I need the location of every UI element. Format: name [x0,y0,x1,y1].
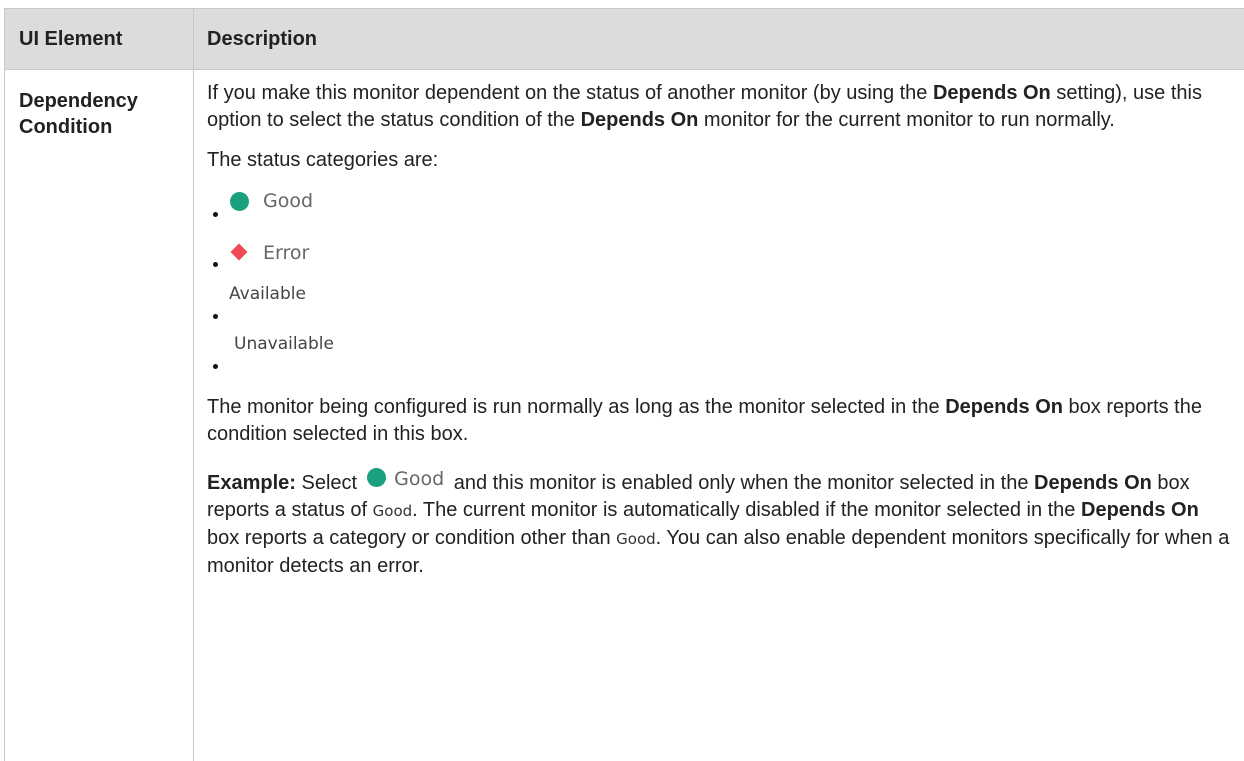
green-circle-icon [367,468,387,487]
description-paragraph-2: The status categories are: [207,149,439,171]
table-header-row: UI Element Description [4,8,1244,70]
bullet [213,364,218,369]
status-label-error: Error [263,242,310,264]
row-description: If you make this monitor dependent on th… [207,80,1232,580]
example-text-1: Select [295,472,358,494]
example-label: Example: [207,472,296,494]
code-good: Good [372,502,413,520]
term-line-2: Condition [19,116,113,138]
bullet [213,262,218,267]
example-text-2: and this monitor is enabled only when th… [448,472,1035,494]
depends-on-term: Depends On [945,396,1063,418]
para1-text-1: If you make this monitor dependent on th… [207,82,933,104]
status-list: Good Error Available Unavailable [207,174,1232,392]
para1-text-3: monitor for the current monitor to run n… [698,109,1115,131]
code-good: Good [616,530,656,548]
example-text-5: box reports a category or condition othe… [207,527,617,549]
bullet [213,212,218,217]
header-ui-element: UI Element [19,28,123,50]
depends-on-term: Depends On [1081,499,1199,521]
status-label-good: Good [263,190,314,212]
bullet [213,314,218,319]
term-line-1: Dependency [19,90,138,112]
para3-text-1: The monitor being configured is run norm… [207,396,946,418]
depends-on-term: Depends On [1034,472,1152,494]
header-description: Description [207,28,318,50]
red-diamond-icon [230,243,248,261]
example-paragraph: Example: Select Good and this monitor is … [207,466,1232,580]
depends-on-term: Depends On [932,82,1051,104]
column-divider [193,8,194,761]
depends-on-term: Depends On [580,109,699,131]
status-label-unavailable: Unavailable [234,334,334,354]
example-text-4: . The current monitor is automatically d… [412,499,1081,521]
description-paragraph-3: The monitor being configured is run norm… [207,394,1232,448]
green-circle-icon [230,192,249,211]
table-left-border [4,8,5,761]
status-label-available: Available [229,284,306,304]
inline-status-good: Good [394,468,445,490]
row-term: Dependency Condition [19,88,184,140]
description-paragraph-1: If you make this monitor dependent on th… [207,80,1232,134]
